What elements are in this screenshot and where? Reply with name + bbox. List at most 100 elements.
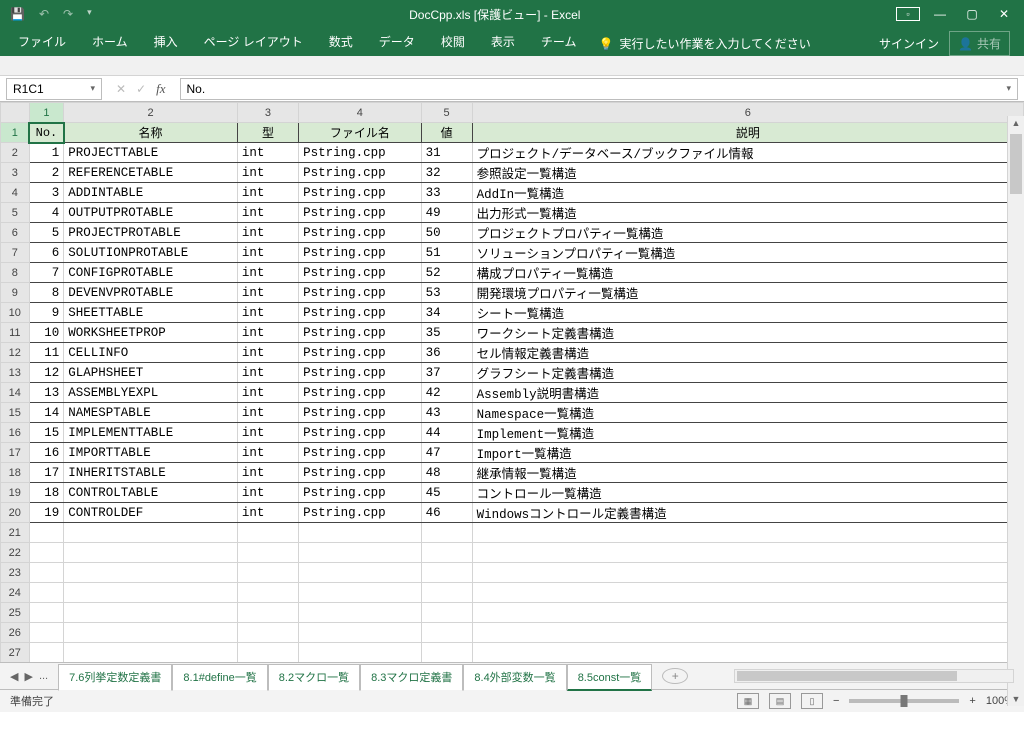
cell[interactable]: Pstring.cpp <box>299 383 422 403</box>
cell[interactable] <box>64 523 238 543</box>
tab-team[interactable]: チーム <box>529 27 589 56</box>
row-header[interactable]: 25 <box>1 603 30 623</box>
sheet-tab[interactable]: 8.4外部変数一覧 <box>463 664 566 691</box>
cell[interactable]: PROJECTTABLE <box>64 143 238 163</box>
cell[interactable]: Pstring.cpp <box>299 263 422 283</box>
cell[interactable]: 13 <box>29 383 64 403</box>
cell[interactable]: 37 <box>421 363 472 383</box>
row-header[interactable]: 26 <box>1 623 30 643</box>
cell[interactable]: 1 <box>29 143 64 163</box>
cell[interactable]: int <box>237 283 298 303</box>
cell[interactable]: 53 <box>421 283 472 303</box>
cell[interactable] <box>472 623 1023 643</box>
cell[interactable]: 42 <box>421 383 472 403</box>
cell[interactable]: Pstring.cpp <box>299 403 422 423</box>
cell[interactable]: int <box>237 263 298 283</box>
vertical-scrollbar[interactable]: ▲ ▼ <box>1007 116 1024 706</box>
row-header[interactable]: 21 <box>1 523 30 543</box>
cell[interactable]: 32 <box>421 163 472 183</box>
sheet-tab[interactable]: 8.2マクロ一覧 <box>268 664 360 691</box>
sheet-nav-prev-icon[interactable]: ◀ <box>10 670 18 683</box>
cell[interactable]: Windowsコントロール定義書構造 <box>472 503 1023 523</box>
cell[interactable] <box>29 623 64 643</box>
cell[interactable]: Pstring.cpp <box>299 143 422 163</box>
cell[interactable]: Pstring.cpp <box>299 463 422 483</box>
row-header[interactable]: 6 <box>1 223 30 243</box>
cell[interactable] <box>421 543 472 563</box>
row-header[interactable]: 20 <box>1 503 30 523</box>
cell[interactable]: SOLUTIONPROTABLE <box>64 243 238 263</box>
cell[interactable]: 46 <box>421 503 472 523</box>
cell[interactable]: Pstring.cpp <box>299 323 422 343</box>
new-sheet-icon[interactable]: + <box>662 668 688 684</box>
row-header[interactable]: 13 <box>1 363 30 383</box>
cell[interactable] <box>29 523 64 543</box>
cell[interactable] <box>237 523 298 543</box>
cell[interactable] <box>237 623 298 643</box>
cell[interactable]: int <box>237 203 298 223</box>
cell[interactable]: ソリューションプロパティ一覧構造 <box>472 243 1023 263</box>
enter-icon[interactable]: ✓ <box>136 82 146 96</box>
page-layout-view-icon[interactable]: ▤ <box>769 693 791 709</box>
cell[interactable]: プロジェクト/データベース/ブックファイル情報 <box>472 143 1023 163</box>
cell[interactable] <box>64 543 238 563</box>
cell[interactable]: ワークシート定義書構造 <box>472 323 1023 343</box>
cell[interactable] <box>299 563 422 583</box>
row-header[interactable]: 16 <box>1 423 30 443</box>
cell[interactable] <box>29 603 64 623</box>
cell[interactable] <box>29 643 64 663</box>
tab-insert[interactable]: 挿入 <box>142 27 190 56</box>
sheet-header-cell[interactable]: No. <box>29 123 64 143</box>
cell[interactable]: 31 <box>421 143 472 163</box>
tab-review[interactable]: 校閲 <box>429 27 477 56</box>
row-header[interactable]: 4 <box>1 183 30 203</box>
cell[interactable]: int <box>237 323 298 343</box>
save-icon[interactable]: 💾 <box>10 7 25 21</box>
cell[interactable] <box>472 563 1023 583</box>
cell[interactable] <box>421 603 472 623</box>
cell[interactable]: INHERITSTABLE <box>64 463 238 483</box>
cell[interactable] <box>64 583 238 603</box>
cell[interactable] <box>472 643 1023 663</box>
row-header[interactable]: 3 <box>1 163 30 183</box>
cell[interactable]: NAMESPTABLE <box>64 403 238 423</box>
cell[interactable]: int <box>237 343 298 363</box>
cell[interactable]: WORKSHEETPROP <box>64 323 238 343</box>
row-header[interactable]: 2 <box>1 143 30 163</box>
cell[interactable]: 10 <box>29 323 64 343</box>
cell[interactable]: 45 <box>421 483 472 503</box>
cell[interactable] <box>237 543 298 563</box>
minimize-icon[interactable]: — <box>928 7 952 21</box>
cell[interactable] <box>472 523 1023 543</box>
cell[interactable]: 17 <box>29 463 64 483</box>
tab-page-layout[interactable]: ページ レイアウト <box>192 27 315 56</box>
cell[interactable] <box>29 543 64 563</box>
scroll-up-icon[interactable]: ▲ <box>1008 118 1024 128</box>
zoom-out-icon[interactable]: − <box>833 695 839 707</box>
row-header[interactable]: 8 <box>1 263 30 283</box>
sheet-tab[interactable]: 8.1#define一覧 <box>172 664 267 691</box>
cell[interactable] <box>64 643 238 663</box>
worksheet-grid[interactable]: 1234561No.名称型ファイル名値説明21PROJECTTABLEintPs… <box>0 102 1024 662</box>
cell[interactable]: Pstring.cpp <box>299 203 422 223</box>
cell[interactable]: 19 <box>29 503 64 523</box>
undo-icon[interactable]: ↶ <box>39 7 49 21</box>
cell[interactable]: int <box>237 403 298 423</box>
scroll-thumb[interactable] <box>1010 134 1022 194</box>
cell[interactable]: Pstring.cpp <box>299 223 422 243</box>
cell[interactable]: Pstring.cpp <box>299 443 422 463</box>
cell[interactable]: 35 <box>421 323 472 343</box>
cell[interactable]: 50 <box>421 223 472 243</box>
name-box[interactable]: R1C1 ▾ <box>6 78 102 100</box>
hscroll-thumb[interactable] <box>737 671 957 681</box>
cell[interactable]: 34 <box>421 303 472 323</box>
cell[interactable] <box>299 523 422 543</box>
select-all-corner[interactable] <box>1 103 30 123</box>
cell[interactable]: 6 <box>29 243 64 263</box>
qat-dropdown-icon[interactable]: ▾ <box>87 7 92 21</box>
zoom-slider[interactable] <box>849 699 959 703</box>
cell[interactable] <box>299 543 422 563</box>
cell[interactable] <box>237 603 298 623</box>
row-header[interactable]: 12 <box>1 343 30 363</box>
tab-data[interactable]: データ <box>367 27 427 56</box>
